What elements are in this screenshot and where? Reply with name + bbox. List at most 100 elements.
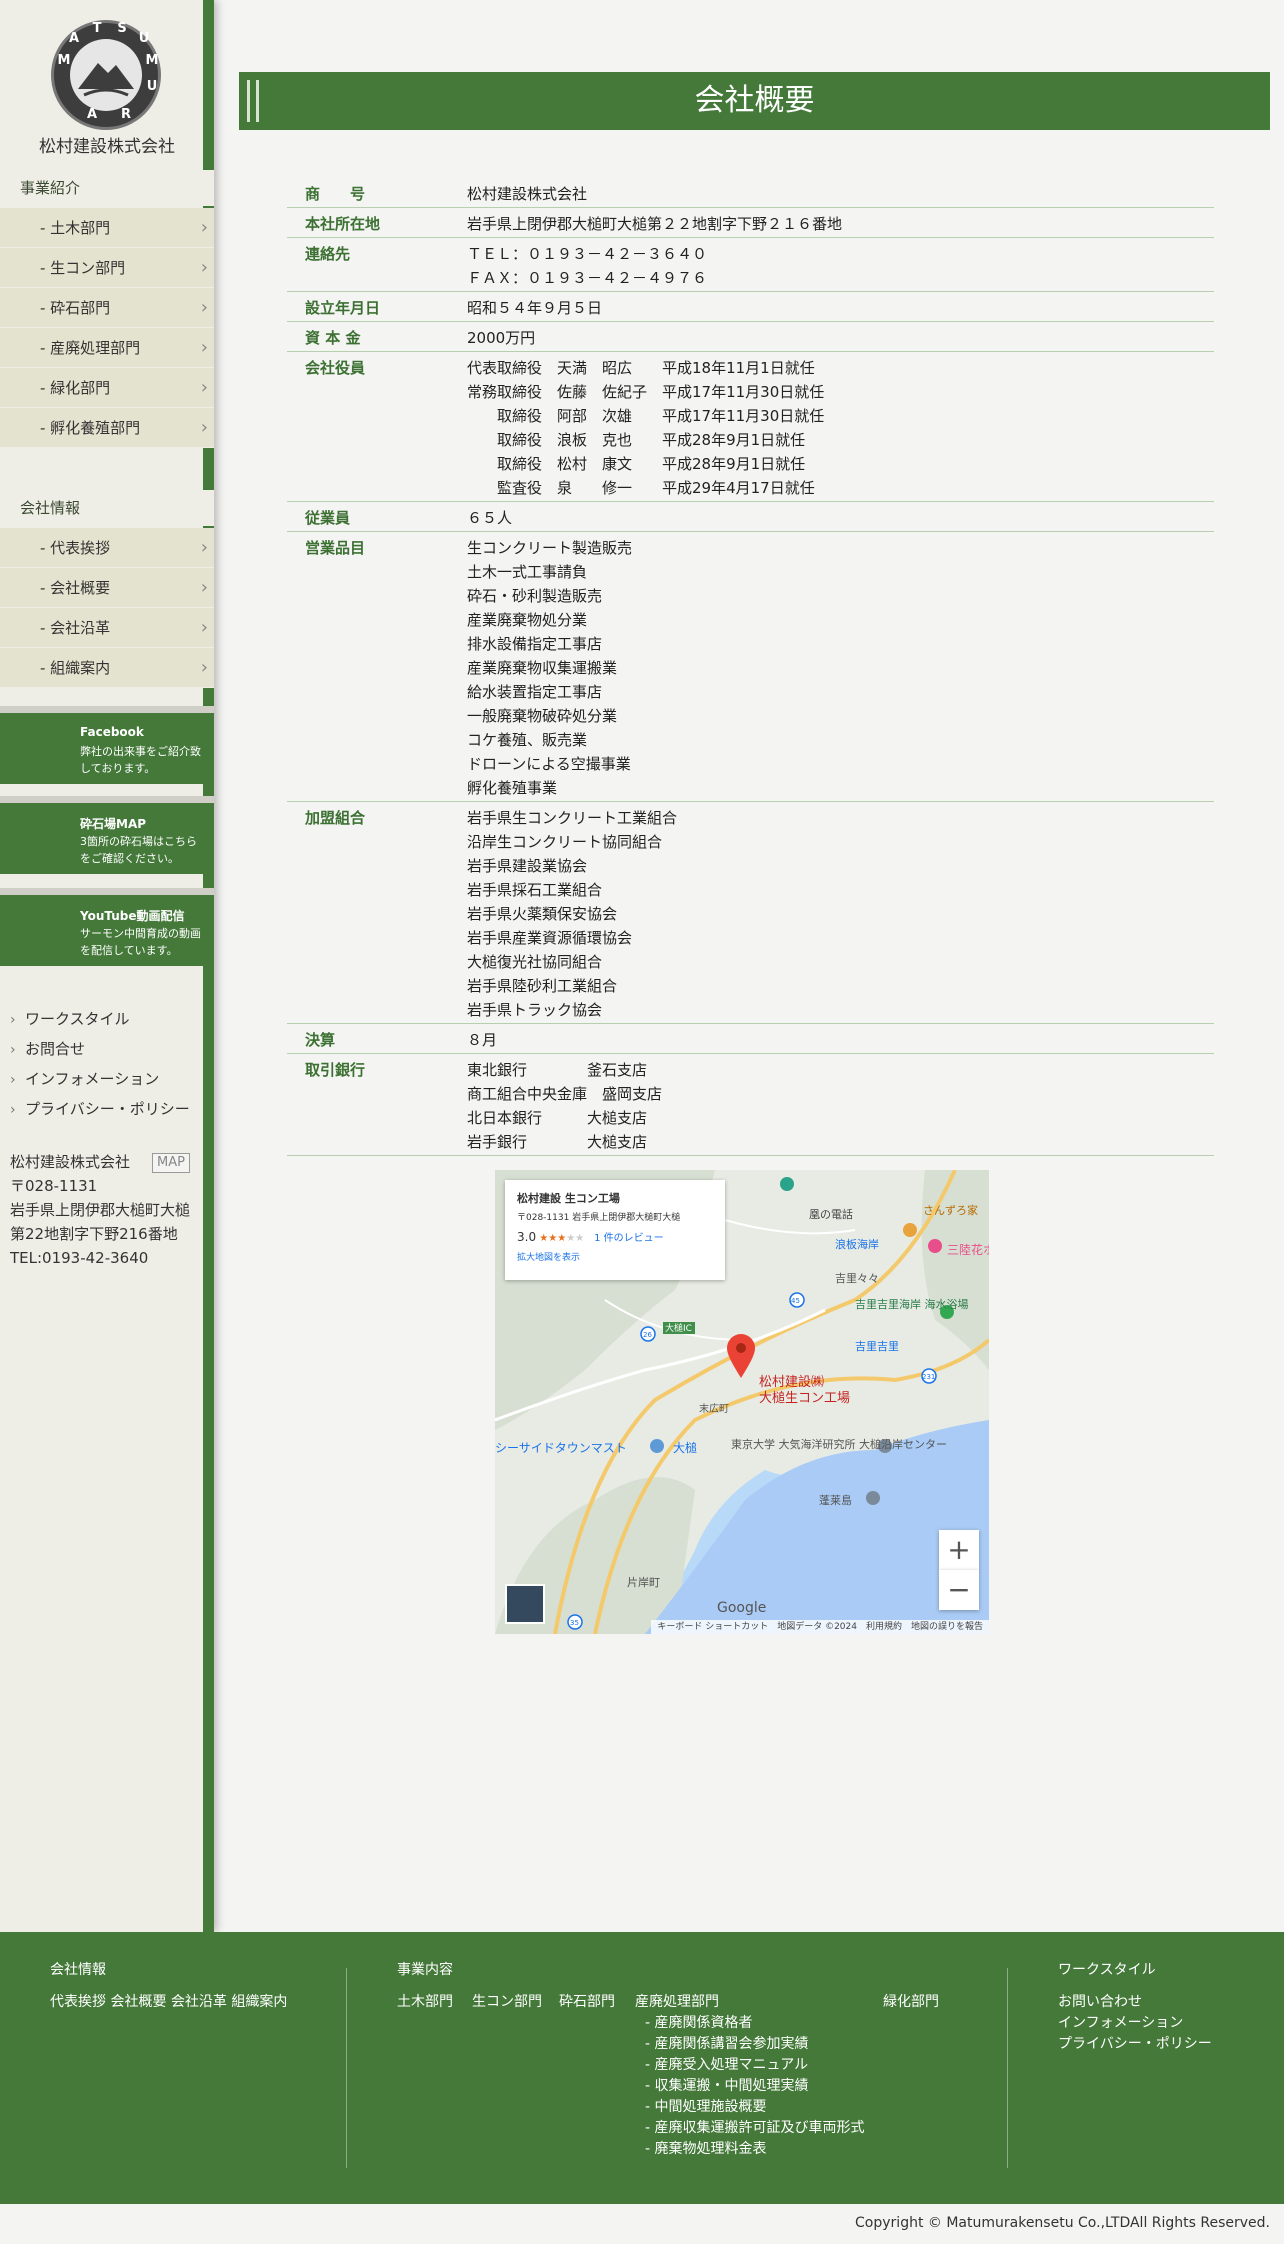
footer-link[interactable]: 砕石部門 xyxy=(559,1992,615,2013)
map-label: シーサイドタウンマスト xyxy=(495,1441,627,1455)
footer-sublink[interactable]: - 廃棄物処理料金表 xyxy=(645,2139,997,2160)
company-info-table: 商 号松村建設株式会社 本社所在地 岩手県上閉伊郡大槌町大槌第２２地割字下野２１６番… xyxy=(287,178,1214,1156)
route-number: 45 xyxy=(791,1297,800,1305)
route-number: 35 xyxy=(570,1619,579,1627)
larger-map-link[interactable]: 拡大地図を表示 xyxy=(517,1250,713,1266)
info-label: 営業品目 xyxy=(287,531,467,802)
route-number: 26 xyxy=(643,1331,652,1339)
brand-name: 松村建設株式会社 xyxy=(39,137,175,157)
map-label: 凰の電話 xyxy=(809,1207,853,1221)
info-row: 商 号松村建設株式会社 xyxy=(287,178,1214,208)
quarry-map-banner[interactable]: 砕石場MAP 3箇所の砕石場はこちらをご確認ください。 xyxy=(0,796,214,874)
facebook-banner[interactable]: Facebook 弊社の出来事をご紹介致しております。 xyxy=(0,706,214,784)
satellite-toggle[interactable] xyxy=(505,1584,545,1624)
shop-marker-icon[interactable] xyxy=(650,1439,664,1453)
info-value-line: 産業廃棄物収集運搬業 xyxy=(467,659,618,677)
chevron-right-icon: › xyxy=(10,1012,16,1028)
info-value-line: 北日本銀行 大槌支店 xyxy=(467,1109,648,1127)
footer-sublink[interactable]: - 産廃関係講習会参加実績 xyxy=(645,2034,997,2055)
info-value-line: 監査役 泉 修一 平成29年4月17日就任 xyxy=(467,479,815,497)
footer-sublink[interactable]: - 中間処理施設概要 xyxy=(645,2097,997,2118)
sidebar-item-waste[interactable]: - 産廃処理部門 › xyxy=(0,328,214,368)
footer-sublink[interactable]: - 産廃関係資格者 xyxy=(645,2013,997,2034)
sidebar-item-hatchery[interactable]: - 孵化養殖部門 › xyxy=(0,408,214,448)
zoom-out-button[interactable]: − xyxy=(939,1570,979,1610)
info-label: 本社所在地 xyxy=(287,207,467,238)
info-row: 加盟組合 岩手県生コンクリート工業組合 沿岸生コンクリート協同組合 岩手県建設業協会岩… xyxy=(287,801,1214,1024)
zoom-in-button[interactable]: + xyxy=(939,1530,979,1570)
sidebar-item-overview[interactable]: - 会社概要 › xyxy=(0,568,214,608)
sidebar-item-greeting[interactable]: - 代表挨拶 › xyxy=(0,528,214,568)
route-number: 231 xyxy=(922,1373,935,1381)
footer-link[interactable]: 組織案内 xyxy=(231,1994,287,2010)
info-value-line: 岩手県トラック協会 xyxy=(467,1001,603,1019)
info-value-line: 昭和５４年９月５日 xyxy=(467,299,603,317)
info-value-line: 岩手県産業資源循環協会 xyxy=(467,929,633,947)
logo-letter: U xyxy=(138,31,150,46)
chevron-right-icon: › xyxy=(200,417,208,438)
hotel-marker-icon[interactable] xyxy=(928,1239,942,1253)
banner-desc: サーモン中間育成の動画を配信しています。 xyxy=(80,927,201,957)
footer: 会社情報 代表挨拶 会社概要 会社沿革 組織案内 事業内容 土木部門 生コン部門… xyxy=(0,1932,1284,2204)
info-label: 従業員 xyxy=(287,501,467,532)
info-value-line: 岩手県採石工業組合 xyxy=(467,881,603,899)
chevron-right-icon: › xyxy=(200,577,208,598)
link-contact[interactable]: › お問合せ xyxy=(10,1034,210,1064)
map-attribution[interactable]: キーボード ショートカット 地図データ ©2024 利用規約 地図の誤りを報告 xyxy=(651,1620,989,1634)
reviews-link[interactable]: 1 件のレビュー xyxy=(594,1233,664,1244)
footer-link[interactable]: 会社沿革 xyxy=(171,1994,227,2010)
pin-label-line2: 大槌生コン工場 xyxy=(759,1390,850,1406)
footer-link[interactable]: 代表挨拶 xyxy=(50,1994,106,2010)
banner-title: 砕石場MAP xyxy=(80,817,147,831)
map-button[interactable]: MAP xyxy=(152,1153,190,1173)
sidebar-item-civil[interactable]: - 土木部門 › xyxy=(0,208,214,248)
link-workstyle[interactable]: › ワークスタイル xyxy=(10,1004,210,1034)
banner-title: Facebook xyxy=(80,725,144,739)
chevron-right-icon: › xyxy=(200,257,208,278)
sidebar-item-history[interactable]: - 会社沿革 › xyxy=(0,608,214,648)
footer-link[interactable]: 生コン部門 xyxy=(472,1992,542,2013)
sidebar-item-label: - 代表挨拶 xyxy=(40,539,111,557)
footer-link[interactable]: 産廃処理部門 xyxy=(635,1992,719,2013)
main-content: 会社概要 商 号松村建設株式会社 本社所在地 岩手県上閉伊郡大槌町大槌第２２地割字下… xyxy=(225,0,1284,1932)
sidebar-item-organization[interactable]: - 組織案内 › xyxy=(0,648,214,688)
info-value: ６５人 xyxy=(467,501,1214,532)
info-row: 営業品目 生コンクリート製造販売 土木一式工事請負 砕石・砂利製造販売 産業廃棄物処分業… xyxy=(287,531,1214,802)
info-value: 昭和５４年９月５日 xyxy=(467,291,1214,322)
restaurant-marker-icon[interactable] xyxy=(903,1223,917,1237)
poi-marker-icon[interactable] xyxy=(780,1177,794,1191)
footer-link[interactable]: インフォメーション xyxy=(1058,2013,1212,2034)
company-logo[interactable]: M A T S U M U R A xyxy=(51,20,161,130)
address-line2: 第22地割字下野216番地 xyxy=(10,1225,178,1243)
sidebar-item-greening[interactable]: - 緑化部門 › xyxy=(0,368,214,408)
google-map[interactable]: 大槌IC 松村建設㈱大槌生コン工場 三陸花ホテル 浪板海岸 吉里吉里海岸 海水浴… xyxy=(495,1170,989,1634)
info-value-line: 取締役 浪板 克也 平成28年9月1日就任 xyxy=(467,431,806,449)
island-marker-icon[interactable] xyxy=(866,1491,880,1505)
info-value-line: 一般廃棄物破砕処分業 xyxy=(467,707,618,725)
chevron-right-icon: › xyxy=(10,1072,16,1088)
sidebar-item-crushed-stone[interactable]: - 砕石部門 › xyxy=(0,288,214,328)
sidebar-item-label: - 産廃処理部門 xyxy=(40,339,141,357)
footer-link[interactable]: 土木部門 xyxy=(397,1992,453,2013)
footer-sublink[interactable]: - 収集運搬・中間処理実績 xyxy=(645,2076,997,2097)
youtube-banner[interactable]: YouTube動画配信 サーモン中間育成の動画を配信しています。 xyxy=(0,888,214,966)
footer-sublink[interactable]: - 産廃受入処理マニュアル xyxy=(645,2055,997,2076)
info-value: 生コンクリート製造販売 土木一式工事請負 砕石・砂利製造販売 産業廃棄物処分業 排水設備… xyxy=(467,531,1214,802)
pin-label-line1: 松村建設㈱ xyxy=(759,1374,824,1390)
footer-link[interactable]: お問い合わせ xyxy=(1058,1992,1212,2013)
info-row: 会社役員 代表取締役 天満 昭広 平成18年11月1日就任 常務取締役 佐藤 佐紀子… xyxy=(287,351,1214,502)
link-privacy[interactable]: › プライバシー・ポリシー xyxy=(10,1094,210,1124)
map-label: 大槌 xyxy=(673,1440,697,1455)
info-value-line: コケ養殖、販売業 xyxy=(467,731,588,749)
footer-sublink[interactable]: - 産廃収集運搬許可証及び車両形式 xyxy=(645,2118,997,2139)
footer-link[interactable]: 会社概要 xyxy=(110,1994,166,2010)
place-rating: 3.0 xyxy=(517,1230,537,1244)
banner-desc: 弊社の出来事をご紹介致しております。 xyxy=(80,745,201,775)
sidebar-item-concrete[interactable]: - 生コン部門 › xyxy=(0,248,214,288)
sidebar-item-label: - 会社概要 xyxy=(40,579,111,597)
footer-link[interactable]: プライバシー・ポリシー xyxy=(1058,2034,1212,2055)
address-line1: 岩手県上閉伊郡大槌町大槌 xyxy=(10,1201,191,1219)
link-information[interactable]: › インフォメーション xyxy=(10,1064,210,1094)
footer-link[interactable]: 緑化部門 xyxy=(883,1992,939,2013)
business-nav-list: - 土木部門 › - 生コン部門 › - 砕石部門 › - 産廃処理部門 › - 緑化部… xyxy=(0,208,214,448)
